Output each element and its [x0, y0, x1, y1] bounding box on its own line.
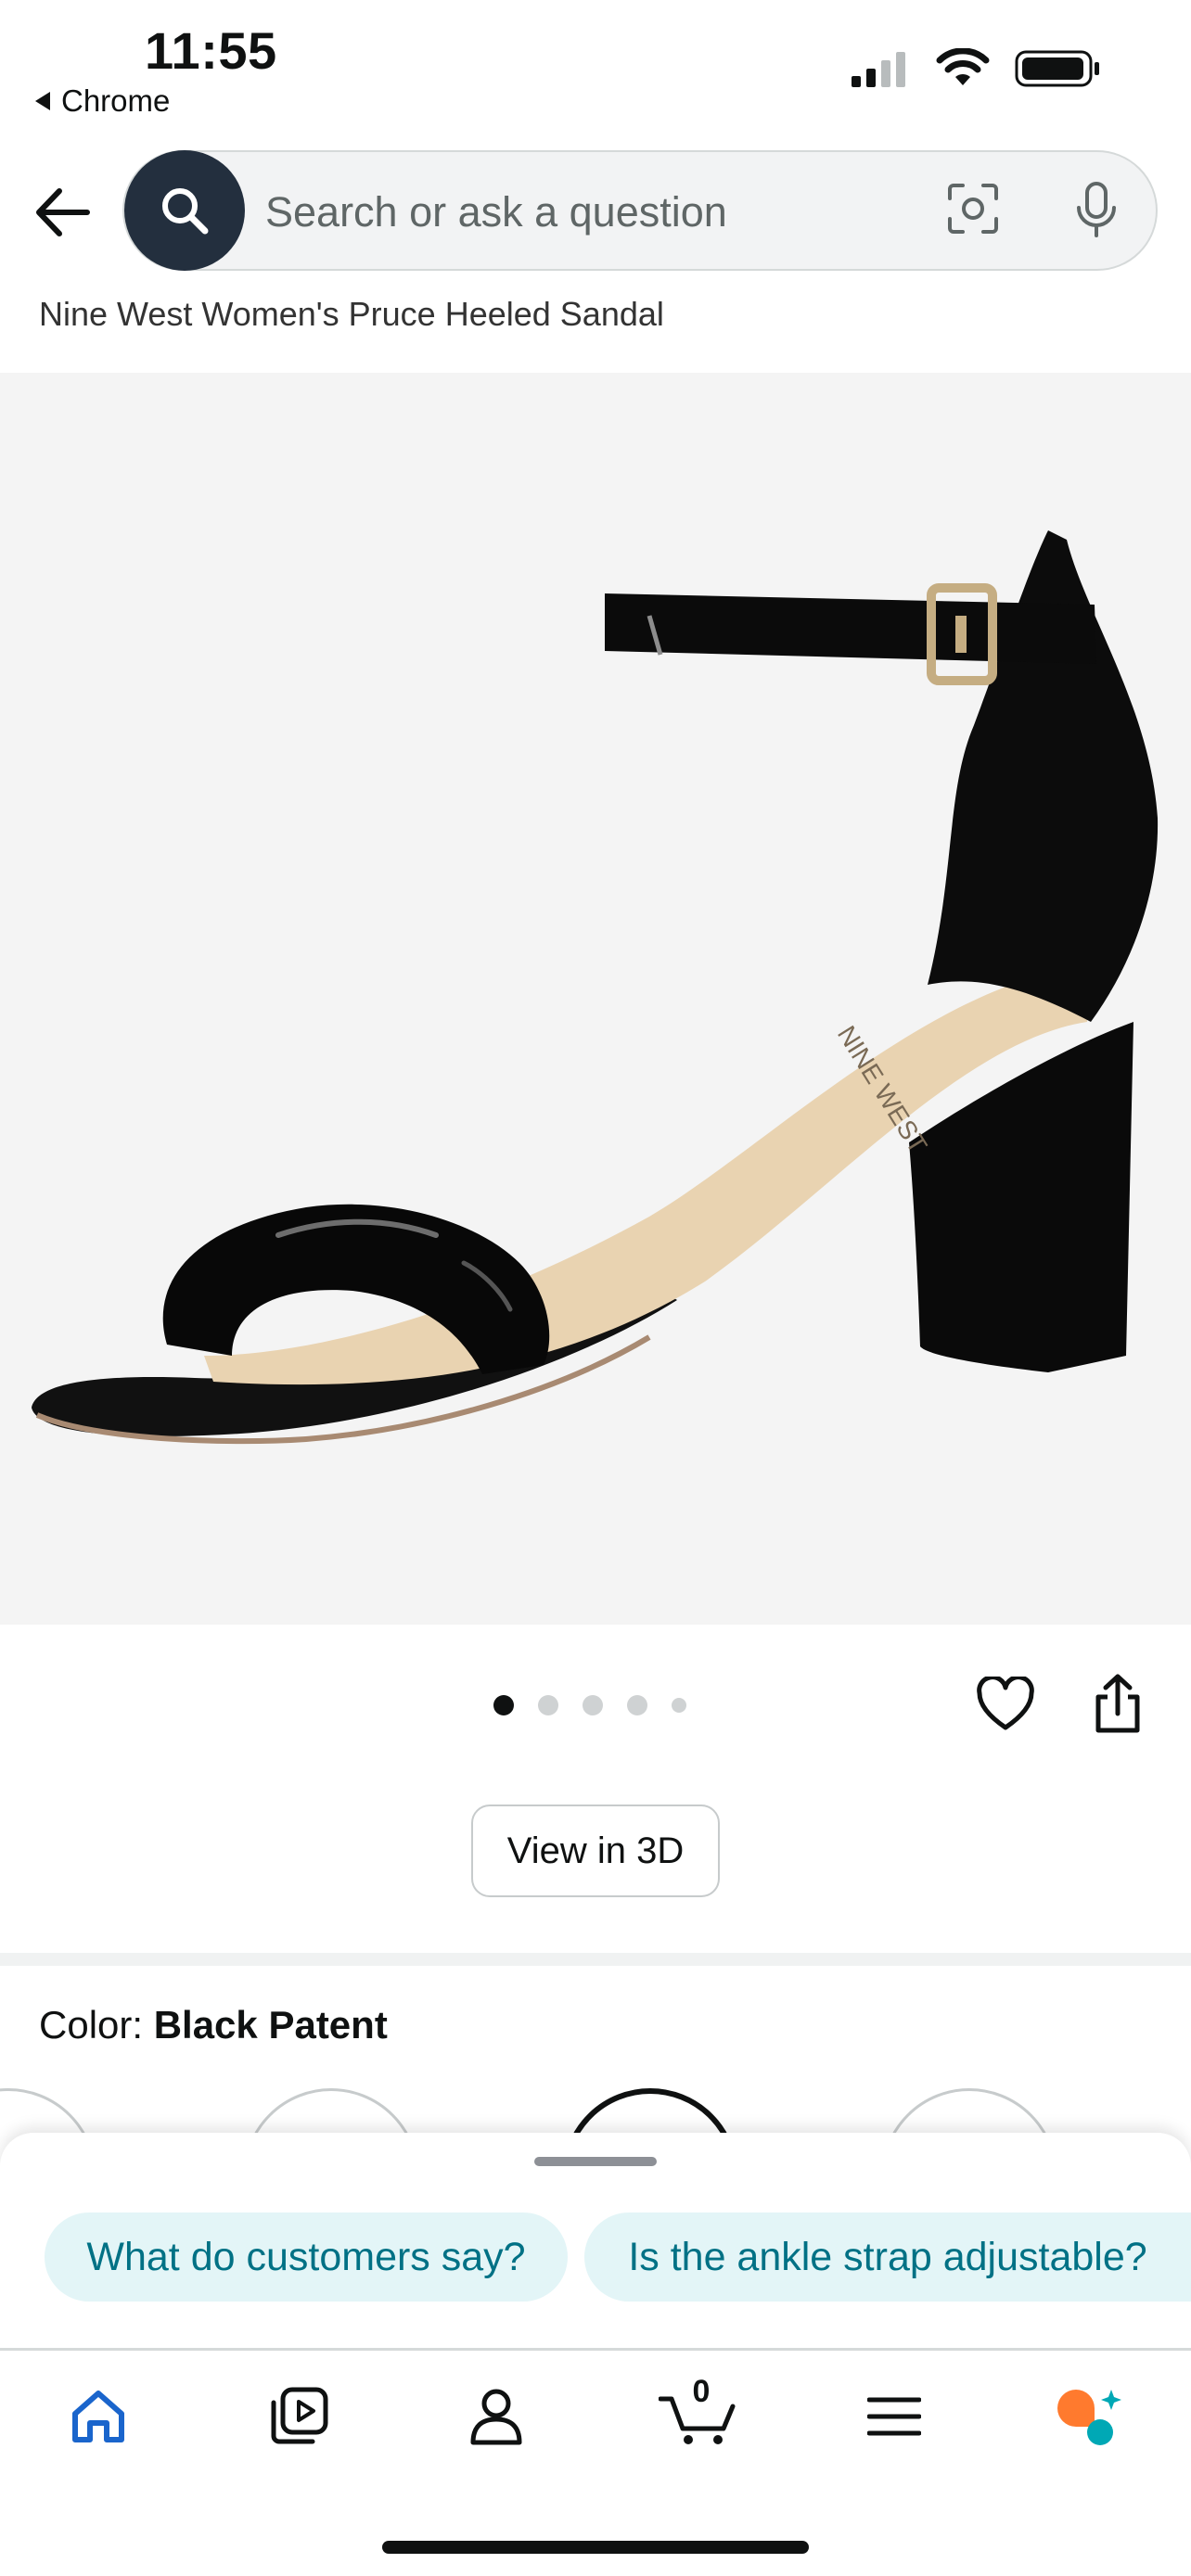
- nav-video[interactable]: [263, 2381, 334, 2452]
- color-value: Black Patent: [153, 2003, 388, 2047]
- carousel-dots[interactable]: [493, 1695, 686, 1715]
- nav-menu[interactable]: [859, 2381, 929, 2452]
- signal-icon: [852, 52, 905, 87]
- color-selection-label: Color: Black Patent: [39, 2003, 388, 2047]
- share-icon[interactable]: [1093, 1673, 1143, 1734]
- video-icon: [271, 2387, 328, 2444]
- microphone-icon[interactable]: [1074, 180, 1119, 239]
- home-icon: [72, 2391, 124, 2442]
- status-icons: [850, 48, 1102, 89]
- battery-icon: [1015, 50, 1099, 87]
- carousel-dot-active[interactable]: [493, 1695, 514, 1715]
- suggestion-chip[interactable]: Is the ankle strap adjustable?: [584, 2213, 1191, 2302]
- status-time: 11:55: [145, 21, 277, 80]
- search-icon: [162, 188, 209, 235]
- back-app-label: Chrome: [61, 83, 171, 118]
- wifi-icon: [936, 48, 990, 85]
- back-arrow-icon[interactable]: [32, 182, 93, 243]
- menu-icon: [867, 2397, 921, 2436]
- heart-icon[interactable]: [976, 1677, 1035, 1732]
- suggestion-chip[interactable]: What do customers say?: [45, 2213, 568, 2302]
- product-breadcrumb[interactable]: Nine West Women's Pruce Heeled Sandal: [39, 295, 664, 334]
- product-image: NINE WEST: [32, 530, 1159, 1445]
- nav-account[interactable]: [461, 2381, 531, 2452]
- product-image-carousel[interactable]: NINE WEST: [0, 373, 1191, 1625]
- back-to-app-link[interactable]: Chrome: [35, 83, 170, 119]
- camera-icon[interactable]: [946, 182, 1000, 236]
- nav-home[interactable]: [63, 2381, 134, 2452]
- carousel-dot[interactable]: [672, 1698, 686, 1713]
- product-page: 11:55 Chrome Search or ask a question Ni…: [0, 0, 1191, 2576]
- carousel-dot[interactable]: [538, 1695, 558, 1715]
- home-indicator[interactable]: [382, 2541, 809, 2554]
- carousel-dot[interactable]: [583, 1695, 603, 1715]
- nav-rufus[interactable]: [1054, 2381, 1124, 2452]
- cart-count-badge: 0: [692, 2374, 711, 2409]
- rufus-icon: [1057, 2390, 1121, 2445]
- back-triangle-icon: [35, 92, 50, 110]
- color-label-prefix: Color:: [39, 2003, 154, 2047]
- carousel-dot[interactable]: [627, 1695, 647, 1715]
- section-divider: [0, 1953, 1191, 1966]
- view-in-3d-button[interactable]: View in 3D: [471, 1804, 720, 1897]
- search-button[interactable]: [124, 150, 245, 271]
- sheet-drag-handle[interactable]: [534, 2157, 657, 2166]
- account-icon: [470, 2389, 522, 2445]
- search-input[interactable]: Search or ask a question: [265, 188, 727, 236]
